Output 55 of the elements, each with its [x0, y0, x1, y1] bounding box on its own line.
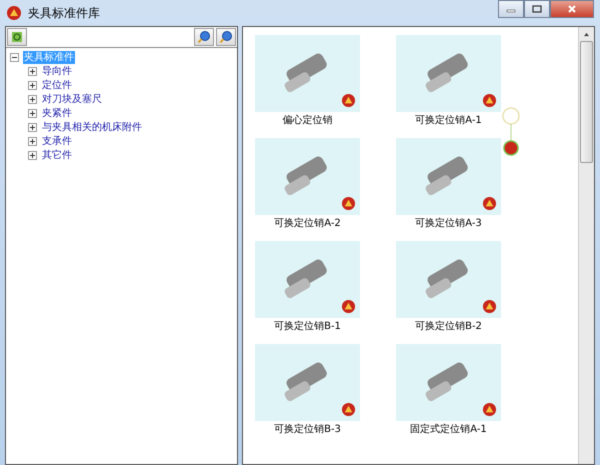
- window-title: 夹具标准件库: [28, 4, 100, 22]
- part-thumbnail[interactable]: [255, 138, 360, 215]
- badge-icon: [341, 93, 356, 108]
- part-thumbnail[interactable]: [255, 35, 360, 112]
- badge-icon: [341, 402, 356, 417]
- expand-toggle-icon[interactable]: [28, 80, 37, 90]
- badge-icon: [341, 299, 356, 314]
- tree-item[interactable]: 对刀块及塞尺: [41, 92, 103, 106]
- part-label: 可换定位销B-3: [274, 423, 341, 437]
- expand-toggle-icon[interactable]: [28, 94, 37, 104]
- expand-toggle-icon[interactable]: [28, 122, 37, 132]
- part-label: 可换定位销A-1: [415, 114, 482, 128]
- scrollbar-thumb[interactable]: [580, 41, 593, 163]
- expand-toggle-icon[interactable]: [28, 66, 37, 76]
- refresh-icon: [11, 31, 23, 43]
- part-label: 可换定位销A-3: [415, 217, 482, 231]
- part-thumbnail[interactable]: [396, 138, 501, 215]
- maximize-icon: [532, 4, 542, 14]
- badge-icon: [482, 402, 497, 417]
- tree-item[interactable]: 与夹具相关的机床附件: [41, 120, 143, 134]
- part-thumbnail[interactable]: [255, 344, 360, 421]
- tree-item[interactable]: 定位件: [41, 78, 73, 92]
- part-thumbnail[interactable]: [396, 241, 501, 318]
- tree-item[interactable]: 其它件: [41, 148, 73, 162]
- expand-toggle-icon[interactable]: [28, 150, 37, 160]
- pin-marker-icon: [501, 107, 521, 157]
- maximize-button[interactable]: [524, 0, 550, 18]
- part-label: 可换定位销B-2: [415, 320, 482, 334]
- badge-icon: [482, 93, 497, 108]
- close-icon: [567, 4, 577, 14]
- part-label: 偏心定位销: [282, 114, 332, 128]
- badge-icon: [341, 196, 356, 211]
- part-label: 可换定位销A-2: [274, 217, 341, 231]
- badge-icon: [482, 299, 497, 314]
- search-next-button[interactable]: [216, 28, 236, 46]
- part-label: 固定式定位销A-1: [410, 423, 487, 437]
- search-icon: [219, 30, 233, 44]
- part-label: 可换定位销B-1: [274, 320, 341, 334]
- tree-item[interactable]: 支承件: [41, 134, 73, 148]
- tree-item[interactable]: 夹紧件: [41, 106, 73, 120]
- close-button[interactable]: [550, 0, 594, 18]
- app-logo-icon: [6, 5, 22, 21]
- expand-toggle-icon[interactable]: [28, 136, 37, 146]
- collapse-toggle-icon[interactable]: [10, 52, 19, 62]
- scroll-up-arrow-icon[interactable]: [583, 32, 590, 37]
- part-thumbnail[interactable]: [396, 344, 501, 421]
- part-thumbnail[interactable]: [255, 241, 360, 318]
- search-icon: [197, 30, 211, 44]
- search-button[interactable]: [194, 28, 214, 46]
- refresh-button[interactable]: [7, 28, 27, 46]
- tree-item[interactable]: 导向件: [41, 64, 73, 78]
- expand-toggle-icon[interactable]: [28, 108, 37, 118]
- part-thumbnail[interactable]: [396, 35, 501, 112]
- badge-icon: [482, 196, 497, 211]
- minimize-button[interactable]: [498, 0, 524, 18]
